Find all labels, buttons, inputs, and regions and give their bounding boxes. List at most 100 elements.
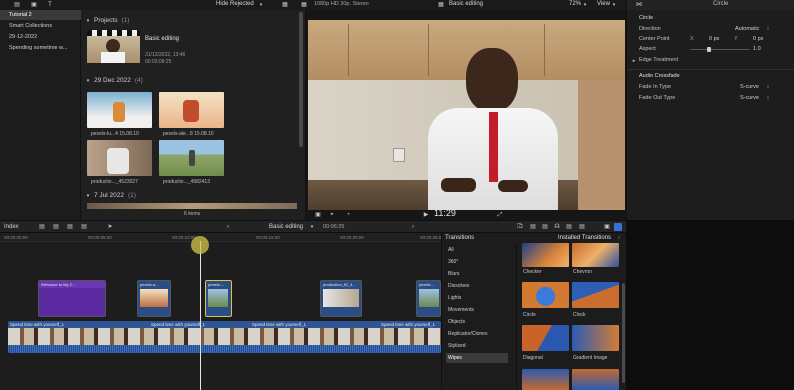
aspect-value[interactable]: 1.0 bbox=[753, 46, 761, 52]
sidebar-item-smart-collections[interactable]: Smart Collections bbox=[0, 21, 81, 31]
aspect-slider-track[interactable] bbox=[690, 49, 750, 50]
center-y-field[interactable]: 0 px bbox=[753, 36, 763, 42]
transition-thumbnail-gradient-image[interactable] bbox=[572, 325, 619, 351]
snapping-icon[interactable]: ⎄ bbox=[516, 223, 524, 231]
sidebar-item-event-29-12-2022[interactable]: 29-12-2022 bbox=[0, 32, 81, 42]
transform-icon[interactable]: ▣ bbox=[314, 211, 322, 219]
clip-thumbnail[interactable] bbox=[159, 140, 224, 176]
timeline-duration: 00:06:25 bbox=[323, 224, 345, 230]
transition-thumbnail-circle[interactable] bbox=[522, 282, 569, 308]
clip-filmstrip[interactable] bbox=[87, 203, 297, 209]
inspector-header: ⋈ Circle bbox=[627, 0, 794, 10]
project-duration: 00:03:08:25 bbox=[145, 59, 172, 65]
solo-icon[interactable]: ▤ bbox=[565, 223, 573, 231]
append-icon[interactable]: ▤ bbox=[66, 223, 74, 231]
direction-popup[interactable]: Automatic bbox=[735, 26, 759, 32]
playhead[interactable] bbox=[200, 241, 201, 390]
select-tool-icon[interactable]: ➤ bbox=[106, 223, 114, 231]
category-all[interactable]: All bbox=[446, 245, 508, 255]
skimming-icon[interactable]: ▤ bbox=[529, 223, 537, 231]
transition-inspector-icon[interactable]: ⋈ bbox=[635, 1, 643, 9]
photos-icon[interactable]: ▣ bbox=[30, 1, 38, 9]
disclosure-triangle-icon[interactable]: ▾ bbox=[85, 192, 91, 200]
sidebar-item-tutorial-2[interactable]: Tutorial 2 bbox=[0, 10, 81, 20]
zoom-popup[interactable]: 72% bbox=[569, 1, 581, 7]
transition-thumbnail-clock[interactable] bbox=[572, 282, 619, 308]
ruler-label: 00:00:15:00 bbox=[256, 235, 280, 240]
category-stylized[interactable]: Stylized bbox=[446, 341, 508, 351]
center-y-label: Y bbox=[734, 36, 738, 42]
clip-thumbnail[interactable] bbox=[159, 92, 224, 128]
titles-icon[interactable]: T bbox=[46, 1, 54, 9]
title-clip[interactable]: Welcome to My C... bbox=[38, 280, 106, 317]
video-clip[interactable]: pexels-a... bbox=[137, 280, 171, 317]
transition-label: Checker bbox=[523, 269, 542, 275]
transition-thumbnail[interactable] bbox=[522, 369, 569, 390]
clip-appearance-icon[interactable]: ▤ bbox=[578, 223, 586, 231]
effects-browser-icon[interactable]: ▣ bbox=[603, 223, 611, 231]
fade-in-popup[interactable]: S-curve bbox=[740, 84, 759, 90]
timeline-project-name[interactable]: Basic editing bbox=[269, 224, 303, 230]
clip-frame bbox=[140, 289, 168, 307]
primary-storyline[interactable] bbox=[8, 321, 441, 353]
category-wipes[interactable]: Wipes bbox=[446, 353, 508, 363]
category-lights[interactable]: Lights bbox=[446, 293, 508, 303]
back-arrow-icon[interactable]: ‹ bbox=[224, 223, 232, 231]
audio-skimming-icon[interactable]: ▤ bbox=[541, 223, 549, 231]
center-x-field[interactable]: 0 px bbox=[709, 36, 719, 42]
forward-arrow-icon[interactable]: › bbox=[409, 223, 417, 231]
disclosure-triangle-icon[interactable]: ▾ bbox=[85, 17, 91, 25]
aspect-slider-knob[interactable] bbox=[707, 47, 711, 52]
video-clip[interactable]: pexels... bbox=[416, 280, 441, 317]
project-thumbnail[interactable] bbox=[87, 30, 140, 63]
index-button[interactable]: Index bbox=[4, 224, 19, 230]
transition-thumbnail[interactable] bbox=[572, 369, 619, 390]
chevron-updown-icon: ↕ bbox=[766, 84, 770, 90]
insert-icon[interactable]: ▤ bbox=[52, 223, 60, 231]
play-icon[interactable]: ▶ bbox=[422, 211, 430, 219]
category-movements[interactable]: Movements bbox=[446, 305, 508, 315]
empty-area bbox=[626, 220, 794, 390]
sidebar-item-label: Spending sometime w... bbox=[9, 45, 68, 51]
view-popup[interactable]: View bbox=[597, 1, 610, 7]
disclosure-triangle-icon[interactable]: ▸ bbox=[631, 57, 637, 65]
transition-thumbnail-checker[interactable] bbox=[522, 243, 569, 267]
overwrite-icon[interactable]: ▤ bbox=[80, 223, 88, 231]
clip-title: production_ID_4... bbox=[321, 281, 361, 288]
category-dissolves[interactable]: Dissolves bbox=[446, 281, 508, 291]
category-360[interactable]: 360° bbox=[446, 257, 508, 267]
transitions-scrollbar[interactable] bbox=[622, 283, 625, 383]
final-cut-pro-window: ▤ ▣ T ▦ Hide Rejected ▾ ▦ 1080p HD 30p, … bbox=[0, 0, 794, 390]
clip-appearance-icon[interactable]: ▦ bbox=[281, 1, 289, 9]
clip-thumbnail[interactable] bbox=[87, 92, 152, 128]
video-clip[interactable]: production_ID_4... bbox=[320, 280, 362, 317]
crop-icon[interactable]: ⌖ bbox=[328, 211, 336, 219]
category-replicator-clones[interactable]: Replicator/Clones bbox=[446, 329, 508, 339]
film-icon: ▦ bbox=[438, 2, 444, 8]
video-clip-selected[interactable]: pexels-... bbox=[205, 280, 232, 317]
sidebar-item-spending-sometime[interactable]: Spending sometime w... bbox=[0, 43, 81, 53]
divider bbox=[516, 243, 517, 390]
transitions-browser-icon[interactable] bbox=[614, 223, 622, 231]
installed-transitions-popup[interactable]: Installed Transitions bbox=[558, 235, 611, 241]
disclosure-triangle-icon[interactable]: ▾ bbox=[85, 77, 91, 85]
chevron-down-icon: ▾ bbox=[612, 2, 616, 8]
fullscreen-icon[interactable]: ⤢ bbox=[496, 211, 504, 219]
person-head bbox=[106, 39, 120, 53]
transition-thumbnail-chevron[interactable] bbox=[572, 243, 619, 267]
headphones-icon[interactable]: ☊ bbox=[553, 223, 561, 231]
library-icon[interactable]: ▤ bbox=[13, 1, 21, 9]
transition-thumbnail-diagonal[interactable] bbox=[522, 325, 569, 351]
clip-connect-icon[interactable]: ▤ bbox=[38, 223, 46, 231]
category-objects[interactable]: Objects bbox=[446, 317, 508, 327]
category-blurs[interactable]: Blurs bbox=[446, 269, 508, 279]
speed-icon[interactable]: ◔ bbox=[344, 211, 352, 219]
clip-thumbnail[interactable] bbox=[87, 140, 152, 176]
browser-scrollbar[interactable] bbox=[299, 12, 303, 147]
date-group-label: 29 Dec 2022 bbox=[94, 77, 131, 84]
browser-view-icon[interactable]: ▦ bbox=[300, 1, 308, 9]
filter-popup[interactable]: Hide Rejected bbox=[216, 1, 254, 7]
transitions-browser: Transitions Installed Transitions ↕ All … bbox=[441, 233, 626, 390]
fade-out-popup[interactable]: S-curve bbox=[740, 95, 759, 101]
timeline-ruler[interactable]: 00:00:00:00 00:00:05:00 00:00:10:00 00:0… bbox=[0, 233, 444, 242]
